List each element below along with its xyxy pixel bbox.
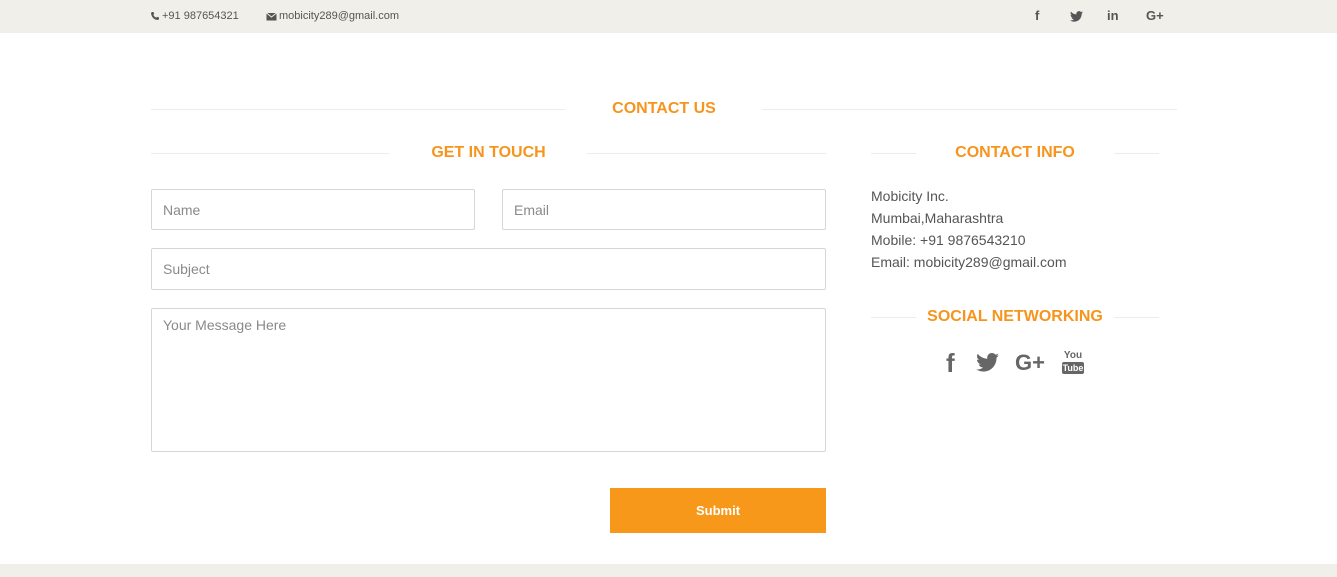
linkedin-icon[interactable]: in [1107, 8, 1119, 24]
topbar-email[interactable]: mobicity289@gmail.com [266, 10, 399, 22]
company-name: Mobicity Inc. [871, 188, 949, 204]
google-plus-icon[interactable]: G+ [1146, 8, 1164, 24]
twitter-icon[interactable] [1070, 10, 1083, 26]
twitter-icon[interactable] [976, 353, 999, 377]
envelope-icon [266, 12, 277, 21]
topbar-phone: +91 987654321 [150, 10, 239, 22]
top-bar: +91 987654321 mobicity289@gmail.com f in… [0, 0, 1337, 33]
contact-info-heading: CONTACT INFO [871, 143, 1159, 163]
subject-input[interactable] [151, 248, 826, 290]
company-address: Mumbai,Maharashtra [871, 210, 1004, 226]
facebook-icon[interactable]: f [946, 349, 955, 377]
company-mobile: Mobile: +91 9876543210 [871, 232, 1026, 248]
youtube-icon-bottom: Tube [1062, 362, 1084, 374]
message-textarea[interactable] [151, 308, 826, 452]
company-email: Email: mobicity289@gmail.com [871, 254, 1067, 270]
contact-us-heading: CONTACT US [151, 99, 1177, 119]
contact-us-title: CONTACT US [612, 100, 716, 117]
youtube-icon[interactable]: You Tube [1062, 350, 1084, 374]
google-plus-icon[interactable]: G+ [1015, 350, 1045, 376]
submit-button[interactable]: Submit [610, 488, 826, 533]
phone-icon [151, 12, 159, 21]
email-input[interactable] [502, 189, 826, 230]
name-input[interactable] [151, 189, 475, 230]
topbar-phone-text: +91 987654321 [162, 10, 239, 22]
social-networking-title: SOCIAL NETWORKING [927, 308, 1103, 325]
social-networking-heading: SOCIAL NETWORKING [871, 307, 1159, 327]
footer-strip [0, 564, 1337, 577]
contact-info-title: CONTACT INFO [955, 144, 1075, 161]
facebook-icon[interactable]: f [1035, 8, 1039, 24]
get-in-touch-heading: GET IN TOUCH [151, 143, 826, 163]
topbar-email-text: mobicity289@gmail.com [279, 10, 399, 22]
get-in-touch-title: GET IN TOUCH [431, 144, 546, 161]
youtube-icon-top: You [1063, 350, 1083, 361]
